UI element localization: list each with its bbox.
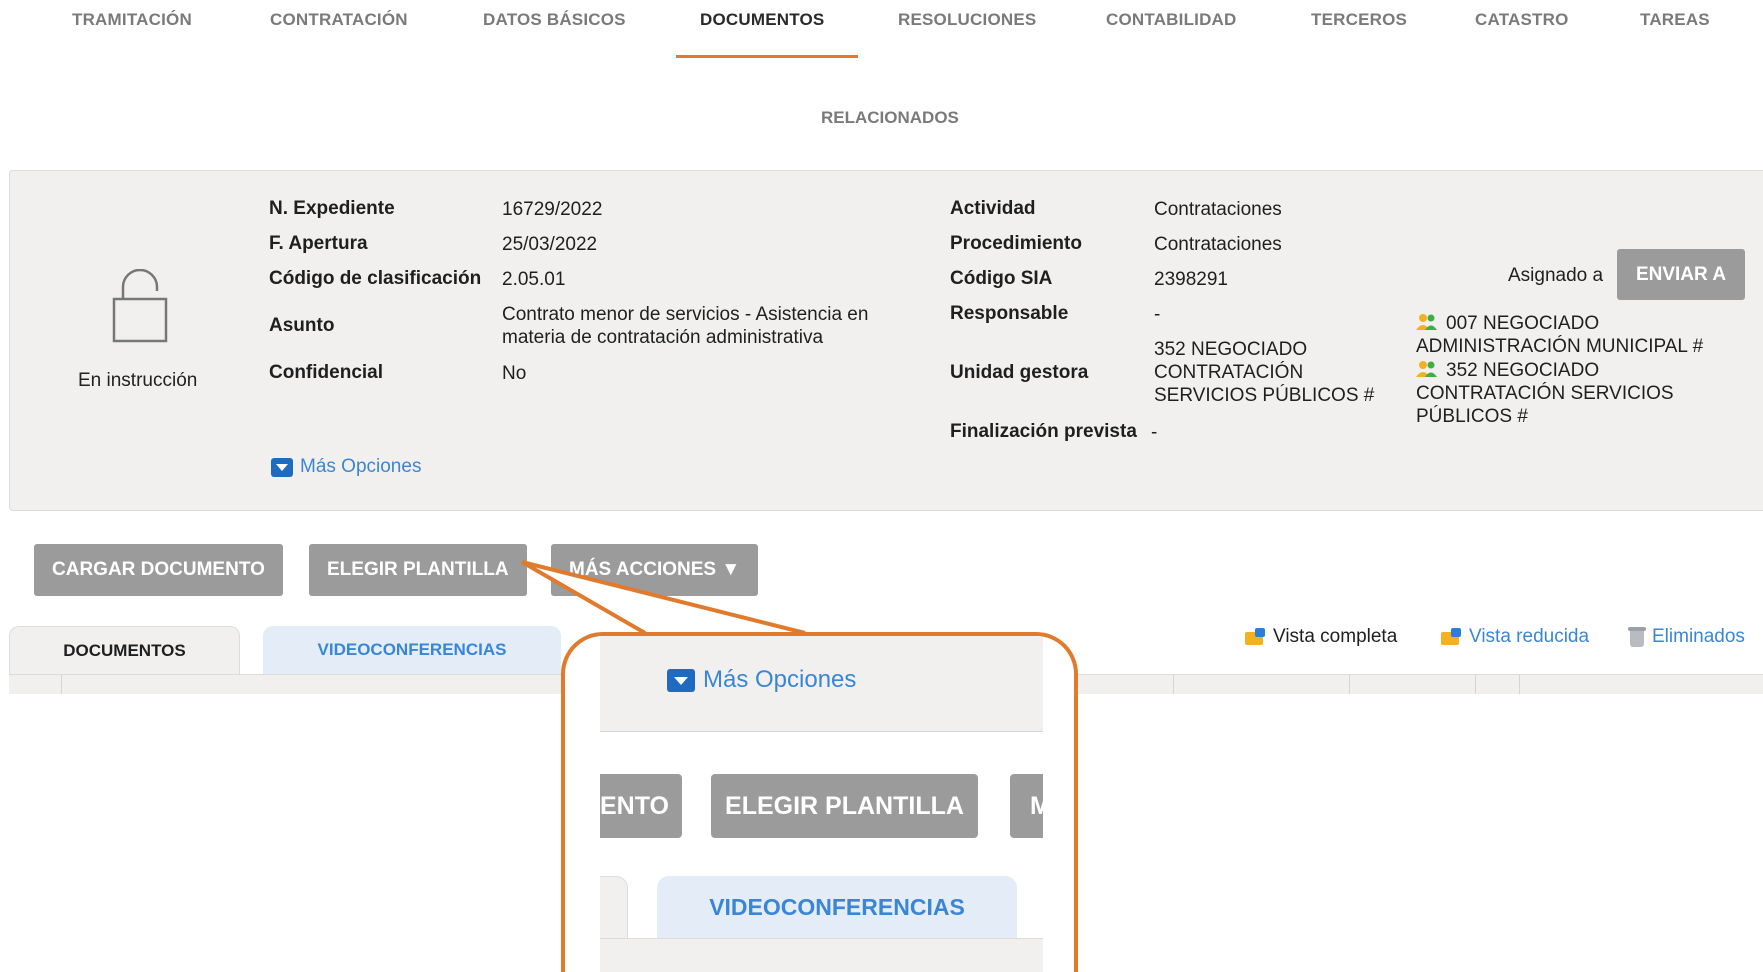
zoom-tab-videoconferencias: VIDEOCONFERENCIAS bbox=[657, 876, 1017, 938]
tab-terceros[interactable]: TERCEROS bbox=[1311, 10, 1407, 30]
active-tab-underline bbox=[676, 55, 858, 58]
assignee-name: 007 NEGOCIADO ADMINISTRACIÓN MUNICIPAL # bbox=[1416, 313, 1704, 357]
actividad-value: Contrataciones bbox=[1154, 199, 1282, 220]
tab-relacionados[interactable]: RELACIONADOS bbox=[821, 108, 959, 128]
numero-value: 16729/2022 bbox=[502, 199, 603, 220]
asunto-label: Asunto bbox=[269, 315, 335, 336]
reduced-view-link[interactable]: Vista reducida bbox=[1441, 626, 1589, 648]
tab-resoluciones[interactable]: RESOLUCIONES bbox=[898, 10, 1036, 30]
upload-document-button[interactable]: CARGAR DOCUMENTO bbox=[34, 544, 283, 596]
zoom-tab-documentos bbox=[600, 876, 628, 938]
tab-catastro[interactable]: CATASTRO bbox=[1475, 10, 1569, 30]
zoom-panel: Más Opciones bbox=[600, 636, 1043, 732]
deleted-link[interactable]: Eliminados bbox=[1628, 626, 1745, 648]
choose-template-button[interactable]: ELEGIR PLANTILLA bbox=[309, 544, 527, 596]
zoom-more-options-label: Más Opciones bbox=[703, 666, 857, 693]
codigo-value: 2.05.01 bbox=[502, 269, 566, 290]
zoom-table-strip bbox=[600, 938, 1043, 972]
zoom-callout: Más Opciones ENTO ELEGIR PLANTILLA M VID… bbox=[561, 632, 1078, 972]
codigo-label: Código de clasificación bbox=[269, 268, 482, 289]
zoom-upload-button: ENTO bbox=[600, 774, 682, 838]
column-divider bbox=[1173, 675, 1174, 694]
assignee-item: 352 NEGOCIADO CONTRATACIÓN SERVICIOS PÚB… bbox=[1416, 359, 1716, 428]
apertura-value: 25/03/2022 bbox=[502, 234, 598, 255]
column-divider bbox=[1475, 675, 1476, 694]
confidencial-label: Confidencial bbox=[269, 362, 384, 383]
sia-value: 2398291 bbox=[1154, 269, 1228, 290]
unidad-label: Unidad gestora bbox=[950, 362, 1089, 383]
tab-contabilidad[interactable]: CONTABILIDAD bbox=[1106, 10, 1237, 30]
zoom-more-actions-button: M bbox=[1010, 774, 1043, 838]
tab-documentos-list[interactable]: DOCUMENTOS bbox=[9, 626, 240, 674]
responsable-value: - bbox=[1154, 304, 1161, 325]
full-view-label: Vista completa bbox=[1273, 626, 1398, 647]
zoom-content: Más Opciones ENTO ELEGIR PLANTILLA M VID… bbox=[600, 636, 1043, 972]
finalizacion-value: - bbox=[1151, 422, 1158, 443]
numero-label: N. Expediente bbox=[269, 198, 395, 219]
assigned-to-label: Asignado a bbox=[1508, 265, 1604, 286]
zoom-template-button: ELEGIR PLANTILLA bbox=[711, 774, 978, 838]
responsable-label: Responsable bbox=[950, 303, 1069, 324]
procedimiento-value: Contrataciones bbox=[1154, 234, 1282, 255]
column-divider bbox=[1519, 675, 1520, 694]
top-nav: TRAMITACIÓN CONTRATACIÓN DATOS BÁSICOS D… bbox=[0, 0, 1763, 60]
zoom-more-options: Más Opciones bbox=[667, 666, 856, 694]
tab-documentos[interactable]: DOCUMENTOS bbox=[700, 10, 824, 30]
folder-view-icon bbox=[1245, 628, 1267, 646]
confidencial-value: No bbox=[502, 363, 527, 384]
full-view-link[interactable]: Vista completa bbox=[1245, 626, 1397, 648]
dropdown-toggle-icon bbox=[271, 457, 293, 477]
assignee-name: 352 NEGOCIADO CONTRATACIÓN SERVICIOS PÚB… bbox=[1416, 360, 1674, 427]
asunto-value: Contrato menor de servicios - Asistencia… bbox=[502, 304, 869, 348]
status-label: En instrucción bbox=[78, 370, 198, 391]
dropdown-toggle-icon bbox=[667, 668, 695, 692]
tab-tareas[interactable]: TAREAS bbox=[1640, 10, 1710, 30]
finalizacion-label: Finalización prevista bbox=[950, 421, 1137, 442]
trash-icon bbox=[1628, 626, 1646, 648]
column-divider bbox=[61, 675, 62, 694]
send-to-button[interactable]: ENVIAR A bbox=[1617, 249, 1745, 300]
sia-label: Código SIA bbox=[950, 268, 1053, 289]
group-users-icon bbox=[1416, 314, 1437, 330]
reduced-view-label: Vista reducida bbox=[1469, 626, 1590, 647]
procedimiento-label: Procedimiento bbox=[950, 233, 1082, 254]
unidad-value: 352 NEGOCIADO CONTRATACIÓN SERVICIOS PÚB… bbox=[1154, 339, 1375, 406]
tab-datos-basicos[interactable]: DATOS BÁSICOS bbox=[483, 10, 626, 30]
column-divider bbox=[1349, 675, 1350, 694]
tab-tramitacion[interactable]: TRAMITACIÓN bbox=[72, 10, 192, 30]
folder-view-icon bbox=[1441, 628, 1463, 646]
more-actions-button[interactable]: MÁS ACCIONES ▼ bbox=[551, 544, 759, 596]
unlocked-padlock-icon bbox=[112, 269, 168, 343]
group-users-icon bbox=[1416, 361, 1437, 377]
actividad-label: Actividad bbox=[950, 198, 1036, 219]
more-options-label: Más Opciones bbox=[300, 456, 422, 477]
tab-contratacion[interactable]: CONTRATACIÓN bbox=[270, 10, 408, 30]
assignee-item: 007 NEGOCIADO ADMINISTRACIÓN MUNICIPAL # bbox=[1416, 312, 1746, 358]
apertura-label: F. Apertura bbox=[269, 233, 368, 254]
tab-videoconferencias[interactable]: VIDEOCONFERENCIAS bbox=[263, 626, 561, 674]
more-options-link[interactable]: Más Opciones bbox=[271, 456, 421, 478]
deleted-label: Eliminados bbox=[1652, 626, 1745, 647]
